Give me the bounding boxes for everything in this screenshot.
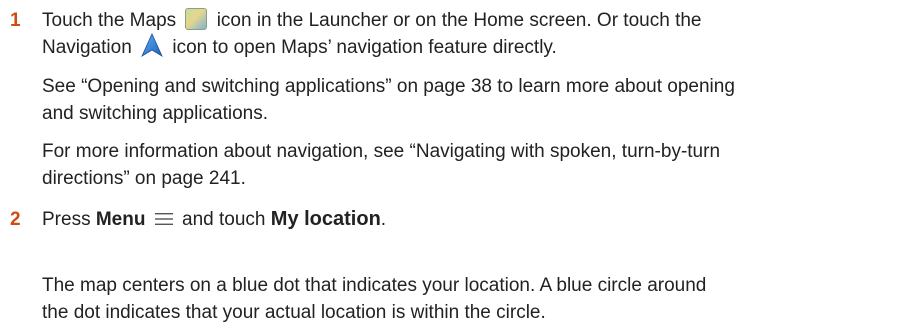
step-number-2: 2 [10,209,21,230]
menu-icon [154,212,173,225]
step-1-para2-line-2: and switching applications. [42,103,269,124]
step-1-text-b: icon in the Launcher or on the Home scre… [216,10,702,31]
maps-app-icon [185,7,208,30]
step-2-text-and-touch: and touch [182,209,266,230]
step-1-text-c: Navigation [42,37,132,58]
step-1-paragraph-3: For more information about navigation, s… [42,138,904,192]
step-2-text-press: Press [42,209,91,230]
step-1-para3-line-2: directions” on page 241. [42,168,246,189]
step-1-instruction: Touch the Maps icon in the Launcher or o… [42,7,904,61]
step-2-paragraph-2: The map centers on a blue dot that indic… [42,272,904,326]
step-2-para2-line-1: The map centers on a blue dot that indic… [42,275,707,296]
step-1-para2-line-1: See “Opening and switching applications”… [42,76,735,97]
instruction-document: 1 Touch the Maps icon in the Launcher or… [0,0,911,335]
step-1-paragraph-2: See “Opening and switching applications”… [42,73,904,127]
step-1-line-1: Touch the Maps icon in the Launcher or o… [42,7,904,34]
step-2-period: . [380,209,387,230]
step-1-text-d: icon to open Maps’ navigation feature di… [172,37,557,58]
my-location-term: My location [270,208,381,230]
step-1-line-2: Navigation icon to open Maps’ navigation… [42,33,904,61]
step-2-instruction: Press Menu and touch My location. [42,206,904,233]
step-1-para3-line-1: For more information about navigation, s… [42,141,721,162]
menu-term: Menu [95,209,146,230]
step-2-para2-line-2: the dot indicates that your actual locat… [42,302,546,323]
step-number-1: 1 [10,10,21,31]
navigation-arrow-icon [141,33,163,57]
step-2-line-1: Press Menu and touch My location. [42,206,904,233]
step-1-text-a: Touch the Maps [42,10,177,31]
